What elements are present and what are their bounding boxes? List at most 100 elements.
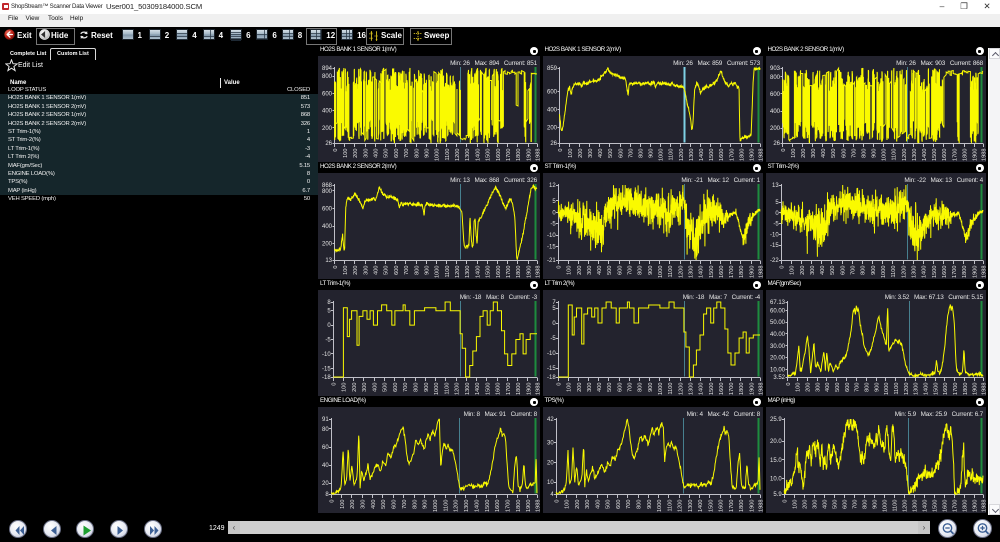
svg-text:1988: 1988 — [535, 266, 540, 278]
svg-text:1100: 1100 — [891, 266, 897, 278]
svg-text:67.13: 67.13 — [769, 300, 785, 306]
svg-text:1600: 1600 — [719, 149, 725, 161]
svg-text:1900: 1900 — [972, 383, 978, 395]
svg-text:700: 700 — [627, 383, 633, 392]
svg-text:25.9: 25.9 — [770, 417, 782, 423]
svg-text:1100: 1100 — [667, 500, 673, 512]
svg-text:700: 700 — [404, 266, 410, 275]
svg-text:1500: 1500 — [485, 383, 491, 395]
svg-text:1988: 1988 — [758, 149, 763, 161]
svg-text:26: 26 — [325, 141, 332, 147]
svg-text:800: 800 — [638, 149, 644, 158]
svg-text:0: 0 — [779, 266, 785, 269]
svg-text:1988: 1988 — [758, 266, 763, 278]
svg-text:600: 600 — [392, 500, 398, 509]
svg-text:1988: 1988 — [981, 149, 986, 161]
svg-text:1200: 1200 — [678, 383, 684, 395]
svg-text:200: 200 — [802, 500, 808, 509]
svg-text:1700: 1700 — [506, 500, 512, 512]
svg-text:700: 700 — [404, 149, 410, 158]
svg-text:1000: 1000 — [658, 383, 664, 395]
svg-text:600: 600 — [769, 92, 780, 98]
svg-text:500: 500 — [831, 149, 837, 158]
svg-text:1000: 1000 — [435, 149, 441, 161]
svg-text:500: 500 — [384, 266, 390, 275]
svg-text:-15: -15 — [547, 366, 556, 372]
svg-text:400: 400 — [821, 149, 827, 158]
svg-text:600: 600 — [394, 266, 400, 275]
svg-text:400: 400 — [597, 383, 603, 392]
svg-text:13: 13 — [325, 258, 332, 264]
svg-text:200: 200 — [350, 500, 356, 509]
svg-text:Min: 3.52 Max: 67.13 Curre: Min: 3.52 Max: 67.13 Current: 5.15 — [884, 294, 983, 301]
svg-text:1900: 1900 — [526, 383, 532, 395]
svg-text:1500: 1500 — [932, 500, 938, 512]
svg-text:800: 800 — [862, 500, 868, 509]
svg-text:700: 700 — [628, 149, 634, 158]
svg-text:0: 0 — [554, 500, 560, 503]
svg-text:13: 13 — [772, 183, 779, 189]
svg-text:Min: 26 Max: 859 Current:: Min: 26 Max: 859 Current: 573 — [673, 60, 760, 67]
svg-text:1800: 1800 — [739, 149, 745, 161]
svg-text:1400: 1400 — [922, 149, 928, 161]
svg-text:1700: 1700 — [506, 149, 512, 161]
svg-text:1400: 1400 — [475, 266, 481, 278]
svg-text:200: 200 — [353, 266, 359, 275]
svg-text:0: 0 — [556, 383, 562, 386]
svg-text:Min: -18 Max: 8 Current: -: Min: -18 Max: 8 Current: -3 — [460, 294, 538, 301]
svg-text:300: 300 — [586, 266, 592, 275]
svg-text:300: 300 — [588, 149, 594, 158]
svg-text:500: 500 — [383, 383, 389, 392]
svg-text:1988: 1988 — [758, 500, 763, 512]
svg-text:1800: 1800 — [516, 149, 522, 161]
svg-text:Min: -21 Max: 12 Current:: Min: -21 Max: 12 Current: 1 — [681, 177, 760, 184]
svg-text:400: 400 — [822, 500, 828, 509]
svg-text:900: 900 — [646, 500, 652, 509]
svg-text:1300: 1300 — [688, 266, 694, 278]
svg-text:100: 100 — [564, 500, 570, 509]
svg-text:20: 20 — [547, 460, 554, 466]
svg-text:800: 800 — [414, 149, 420, 158]
svg-text:60: 60 — [322, 445, 329, 451]
svg-text:1500: 1500 — [931, 266, 937, 278]
svg-text:1100: 1100 — [891, 149, 897, 161]
svg-text:900: 900 — [874, 383, 880, 392]
svg-text:1200: 1200 — [455, 383, 461, 395]
svg-text:500: 500 — [381, 500, 387, 509]
svg-text:900: 900 — [647, 266, 653, 275]
svg-text:Min: 13 Max: 868 Current:: Min: 13 Max: 868 Current: 326 — [450, 177, 537, 184]
svg-text:1200: 1200 — [903, 383, 909, 395]
svg-text:1600: 1600 — [496, 266, 502, 278]
svg-text:300: 300 — [361, 500, 367, 509]
svg-text:1500: 1500 — [486, 266, 492, 278]
svg-text:894: 894 — [322, 66, 333, 72]
svg-text:1500: 1500 — [708, 500, 714, 512]
svg-text:900: 900 — [870, 266, 876, 275]
svg-text:1100: 1100 — [443, 500, 449, 512]
svg-text:10.0: 10.0 — [770, 477, 782, 483]
svg-text:-18: -18 — [547, 375, 556, 381]
svg-text:Min: 5.9 Max: 25.9 Current: Min: 5.9 Max: 25.9 Current: 6.7 — [894, 411, 983, 418]
svg-text:1000: 1000 — [881, 266, 887, 278]
svg-text:0: 0 — [780, 149, 786, 152]
svg-text:0: 0 — [333, 149, 339, 152]
svg-text:600: 600 — [618, 149, 624, 158]
svg-text:900: 900 — [425, 266, 431, 275]
svg-text:10.00: 10.00 — [769, 367, 785, 373]
svg-text:1600: 1600 — [718, 266, 724, 278]
svg-text:500: 500 — [384, 149, 390, 158]
svg-text:600: 600 — [393, 383, 399, 392]
svg-text:600: 600 — [394, 149, 400, 158]
svg-text:26: 26 — [773, 141, 780, 147]
svg-text:1200: 1200 — [677, 500, 683, 512]
svg-text:1800: 1800 — [962, 500, 968, 512]
svg-text:1500: 1500 — [932, 149, 938, 161]
svg-text:1700: 1700 — [953, 383, 959, 395]
svg-text:1400: 1400 — [698, 383, 704, 395]
svg-text:-15: -15 — [547, 244, 556, 250]
svg-text:1900: 1900 — [526, 266, 532, 278]
svg-text:-10: -10 — [547, 233, 556, 239]
svg-text:1900: 1900 — [972, 149, 978, 161]
svg-text:1100: 1100 — [444, 383, 450, 395]
svg-text:Min: 4 Max: 42 Current: 8: Min: 4 Max: 42 Current: 8 — [686, 411, 760, 418]
